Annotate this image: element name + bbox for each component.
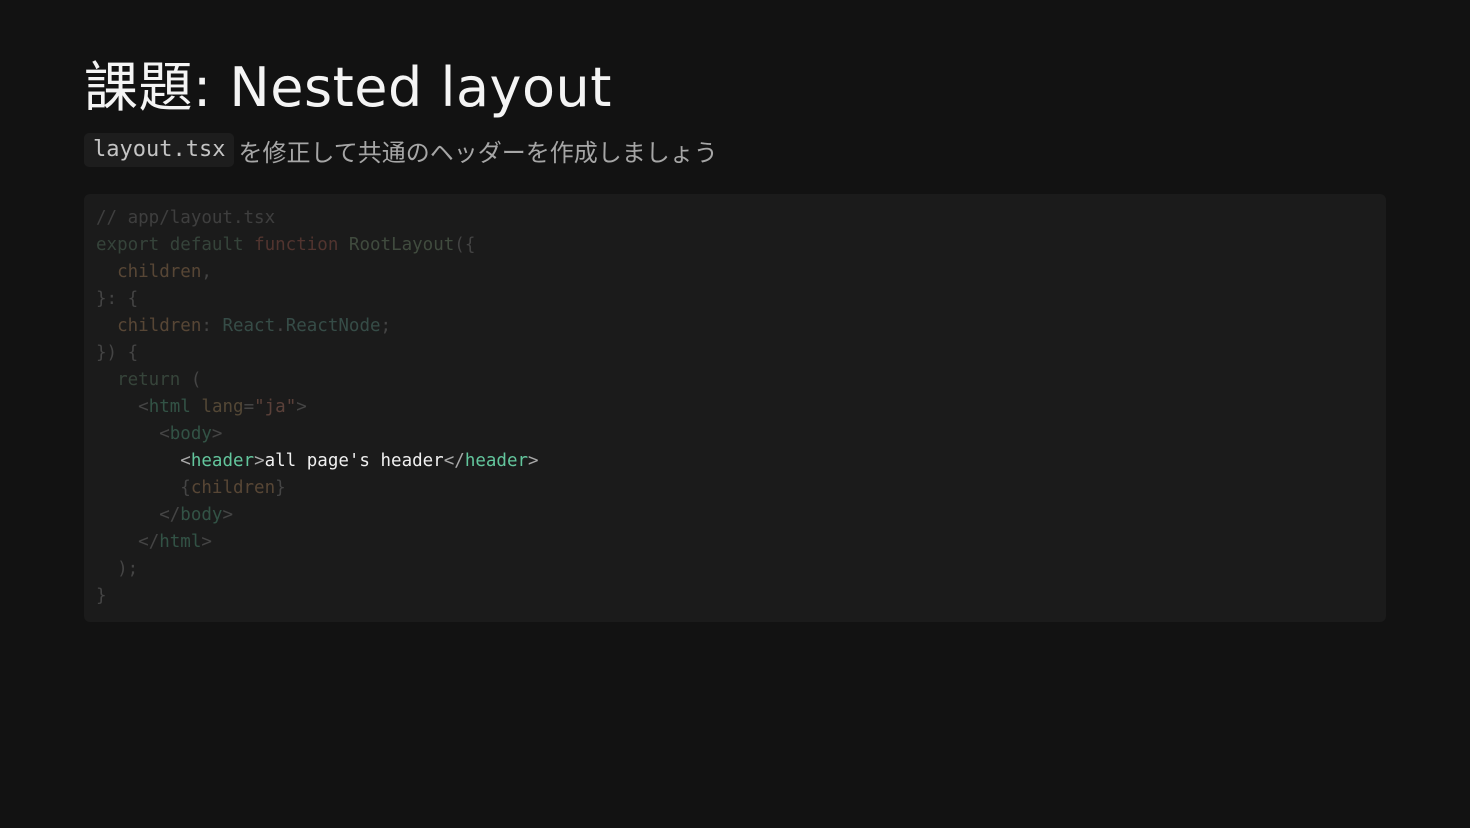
code-token-keyword: return	[117, 370, 181, 390]
code-token-string: "ja"	[254, 397, 297, 417]
slide-subtitle: layout.tsx を修正して共通のヘッダーを作成しましょう	[84, 130, 718, 170]
code-token-punct: (	[180, 370, 202, 390]
code-token-function-kw: function	[254, 235, 339, 255]
code-line: export default function RootLayout({	[96, 232, 1374, 259]
code-token-punct: =	[243, 397, 255, 417]
code-token-tag: header	[190, 451, 255, 471]
code-token-prop: children	[190, 478, 276, 498]
code-token-punct: <	[180, 451, 191, 471]
code-token-punct: </	[443, 451, 465, 471]
code-line: </body>	[96, 502, 1374, 529]
code-token-tag: body	[180, 505, 223, 525]
code-token-punct: .	[275, 316, 286, 336]
code-token-punct: }: {	[96, 289, 139, 309]
code-token-punct: </	[159, 505, 181, 525]
code-line: }	[96, 583, 1374, 610]
subtitle-text: を修正して共通のヘッダーを作成しましょう	[238, 138, 718, 167]
code-token-punct: ,	[201, 262, 212, 282]
code-token-punct: >	[296, 397, 307, 417]
code-token-punct: }	[275, 478, 286, 498]
code-token-punct: ({	[454, 235, 476, 255]
code-token-punct: </	[138, 532, 160, 552]
code-token-text: all page's header	[264, 451, 444, 471]
code-line: children: React.ReactNode;	[96, 313, 1374, 340]
code-line: );	[96, 556, 1374, 583]
code-token-punct: >	[211, 424, 223, 444]
code-token-type: ReactNode	[285, 316, 381, 336]
inline-code-filename: layout.tsx	[84, 133, 235, 167]
code-token-punct: >	[528, 451, 539, 471]
code-token-punct: >	[201, 532, 212, 552]
code-line: return (	[96, 367, 1374, 394]
code-token-attr: lang	[201, 397, 244, 417]
code-line-highlighted: <header>all page's header</header>	[96, 448, 1374, 475]
code-token-prop: children	[117, 262, 202, 282]
code-line: <body>	[96, 421, 1374, 448]
code-line: // app/layout.tsx	[96, 205, 1374, 232]
code-token-punct: }	[96, 586, 107, 606]
code-token-keyword: export	[96, 235, 160, 255]
code-token-tag: html	[159, 532, 202, 552]
code-line: children,	[96, 259, 1374, 286]
code-line: </html>	[96, 529, 1374, 556]
code-token-punct: {	[180, 478, 191, 498]
code-line: <html lang="ja">	[96, 394, 1374, 421]
code-token-keyword: default	[169, 235, 244, 255]
code-line: {children}	[96, 475, 1374, 502]
code-token-punct: <	[159, 424, 170, 444]
code-line: }: {	[96, 286, 1374, 313]
code-token-name: RootLayout	[348, 235, 455, 255]
code-token-punct: ;	[380, 316, 392, 336]
code-token-punct: );	[96, 559, 139, 579]
code-token-prop: children	[117, 316, 202, 336]
code-token-punct: >	[254, 451, 265, 471]
code-token-punct: }) {	[96, 343, 139, 363]
code-token-punct: >	[222, 505, 233, 525]
code-token-type: React	[222, 316, 276, 336]
code-token-comment: // app/layout.tsx	[96, 208, 276, 228]
code-token-tag: header	[464, 451, 529, 471]
code-block: // app/layout.tsx export default function…	[84, 194, 1386, 622]
code-line: }) {	[96, 340, 1374, 367]
code-token-punct: <	[138, 397, 149, 417]
code-token-punct: :	[201, 316, 223, 336]
slide-title: 課題: Nested layout	[84, 56, 612, 119]
code-token-tag: body	[169, 424, 212, 444]
code-token-tag: html	[148, 397, 191, 417]
